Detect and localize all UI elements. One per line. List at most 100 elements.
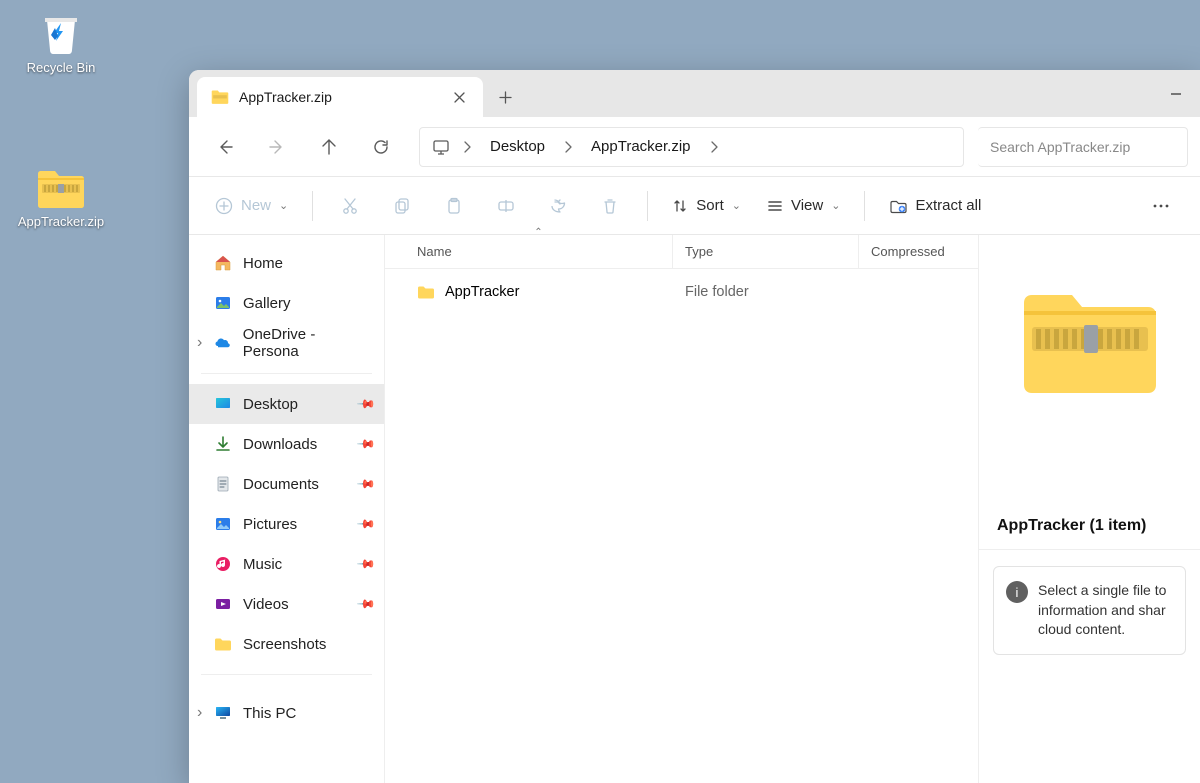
share-icon: [549, 197, 567, 215]
gallery-icon: [213, 293, 233, 313]
minimize-icon: [1170, 88, 1182, 100]
sidebar-item-label: Music: [243, 556, 282, 573]
paste-button[interactable]: [431, 186, 477, 226]
sidebar-item-label: Documents: [243, 476, 319, 493]
sidebar-item-screenshots[interactable]: Screenshots: [189, 624, 384, 664]
tab-apptracker[interactable]: AppTracker.zip: [197, 77, 483, 117]
sidebar-item-label: Videos: [243, 596, 289, 613]
view-button[interactable]: View ⌄: [757, 186, 850, 226]
sidebar-item-videos[interactable]: Videos 📌: [189, 584, 384, 624]
file-row[interactable]: AppTracker File folder: [385, 275, 978, 309]
toolbar: New ⌄ Sort ⌄ View ⌄: [189, 177, 1200, 235]
more-button[interactable]: [1138, 186, 1184, 226]
minimize-button[interactable]: [1152, 70, 1200, 117]
apptracker-zip-label: AppTracker.zip: [16, 214, 106, 229]
plus-icon: [499, 91, 512, 104]
breadcrumb-chevron[interactable]: [557, 141, 579, 153]
column-label: Name: [417, 244, 452, 259]
documents-icon: [213, 474, 233, 494]
copy-button[interactable]: [379, 186, 425, 226]
plus-circle-icon: [215, 197, 233, 215]
divider: [312, 191, 313, 221]
details-title: AppTracker (1 item): [979, 517, 1200, 550]
breadcrumb-root[interactable]: [428, 128, 454, 166]
details-preview: [1020, 285, 1160, 397]
folder-icon: [417, 284, 435, 300]
breadcrumb-apptracker[interactable]: AppTracker.zip: [581, 128, 701, 166]
info-icon: i: [1006, 581, 1028, 603]
sidebar-item-label: Gallery: [243, 295, 291, 312]
recycle-bin-icon: [37, 8, 85, 56]
share-button[interactable]: [535, 186, 581, 226]
onedrive-icon: [213, 333, 233, 353]
divider: [201, 373, 372, 374]
delete-button[interactable]: [587, 186, 633, 226]
divider: [864, 191, 865, 221]
up-button[interactable]: [305, 127, 353, 167]
breadcrumb-desktop[interactable]: Desktop: [480, 128, 555, 166]
close-tab-button[interactable]: [449, 87, 469, 107]
back-button[interactable]: [201, 127, 249, 167]
new-label: New: [241, 197, 271, 214]
new-button[interactable]: New ⌄: [205, 186, 298, 226]
sidebar-item-downloads[interactable]: Downloads 📌: [189, 424, 384, 464]
column-header-name[interactable]: ⌃ Name: [405, 235, 673, 268]
breadcrumb[interactable]: Desktop AppTracker.zip: [419, 127, 964, 167]
breadcrumb-chevron[interactable]: [703, 141, 725, 153]
search-input[interactable]: [990, 139, 1175, 155]
file-name-cell: AppTracker: [405, 284, 673, 300]
column-headers: ⌃ Name Type Compressed: [385, 235, 978, 269]
new-tab-button[interactable]: [483, 77, 527, 117]
sidebar-item-home[interactable]: Home: [189, 243, 384, 283]
copy-icon: [393, 197, 411, 215]
divider: [647, 191, 648, 221]
sidebar-item-gallery[interactable]: Gallery: [189, 283, 384, 323]
sidebar-item-label: This PC: [243, 705, 296, 722]
file-type-cell: File folder: [673, 284, 859, 300]
more-icon: [1152, 203, 1170, 209]
sidebar-item-label: Pictures: [243, 516, 297, 533]
divider: [201, 674, 372, 675]
search-box[interactable]: [978, 127, 1188, 167]
sidebar-item-this-pc[interactable]: This PC: [189, 693, 384, 733]
folder-icon: [213, 634, 233, 654]
arrow-up-icon: [320, 138, 338, 156]
sort-label: Sort: [696, 197, 724, 214]
sidebar-item-documents[interactable]: Documents 📌: [189, 464, 384, 504]
breadcrumb-chevron[interactable]: [456, 141, 478, 153]
desktop-icon-apptracker-zip[interactable]: AppTracker.zip: [16, 168, 106, 229]
sidebar: Home Gallery OneDrive - Persona Desktop …: [189, 235, 385, 783]
music-icon: [213, 554, 233, 574]
extract-icon: [889, 197, 907, 215]
sidebar-item-label: Downloads: [243, 436, 317, 453]
cut-button[interactable]: [327, 186, 373, 226]
column-header-compressed[interactable]: Compressed: [859, 235, 978, 268]
pin-icon: 📌: [356, 554, 376, 574]
sidebar-item-desktop[interactable]: Desktop 📌: [189, 384, 384, 424]
extract-all-button[interactable]: Extract all: [879, 186, 991, 226]
pin-icon: 📌: [356, 474, 376, 494]
zip-folder-icon: [211, 89, 229, 105]
window-controls: [1152, 70, 1200, 117]
refresh-icon: [372, 138, 390, 156]
desktop-icon-recycle-bin[interactable]: Recycle Bin: [16, 8, 106, 75]
sidebar-item-pictures[interactable]: Pictures 📌: [189, 504, 384, 544]
this-pc-icon: [213, 703, 233, 723]
column-header-type[interactable]: Type: [673, 235, 859, 268]
sort-button[interactable]: Sort ⌄: [662, 186, 751, 226]
refresh-button[interactable]: [357, 127, 405, 167]
arrow-left-icon: [216, 138, 234, 156]
pin-icon: 📌: [356, 434, 376, 454]
sidebar-item-label: Home: [243, 255, 283, 272]
forward-button[interactable]: [253, 127, 301, 167]
sidebar-item-onedrive[interactable]: OneDrive - Persona: [189, 323, 384, 363]
file-name: AppTracker: [445, 284, 519, 300]
rename-button[interactable]: [483, 186, 529, 226]
download-icon: [213, 434, 233, 454]
sidebar-item-music[interactable]: Music 📌: [189, 544, 384, 584]
explorer-body: Home Gallery OneDrive - Persona Desktop …: [189, 235, 1200, 783]
monitor-icon: [432, 138, 450, 156]
chevron-right-icon: [463, 141, 471, 153]
arrow-right-icon: [268, 138, 286, 156]
zip-folder-large-icon: [1020, 285, 1160, 397]
